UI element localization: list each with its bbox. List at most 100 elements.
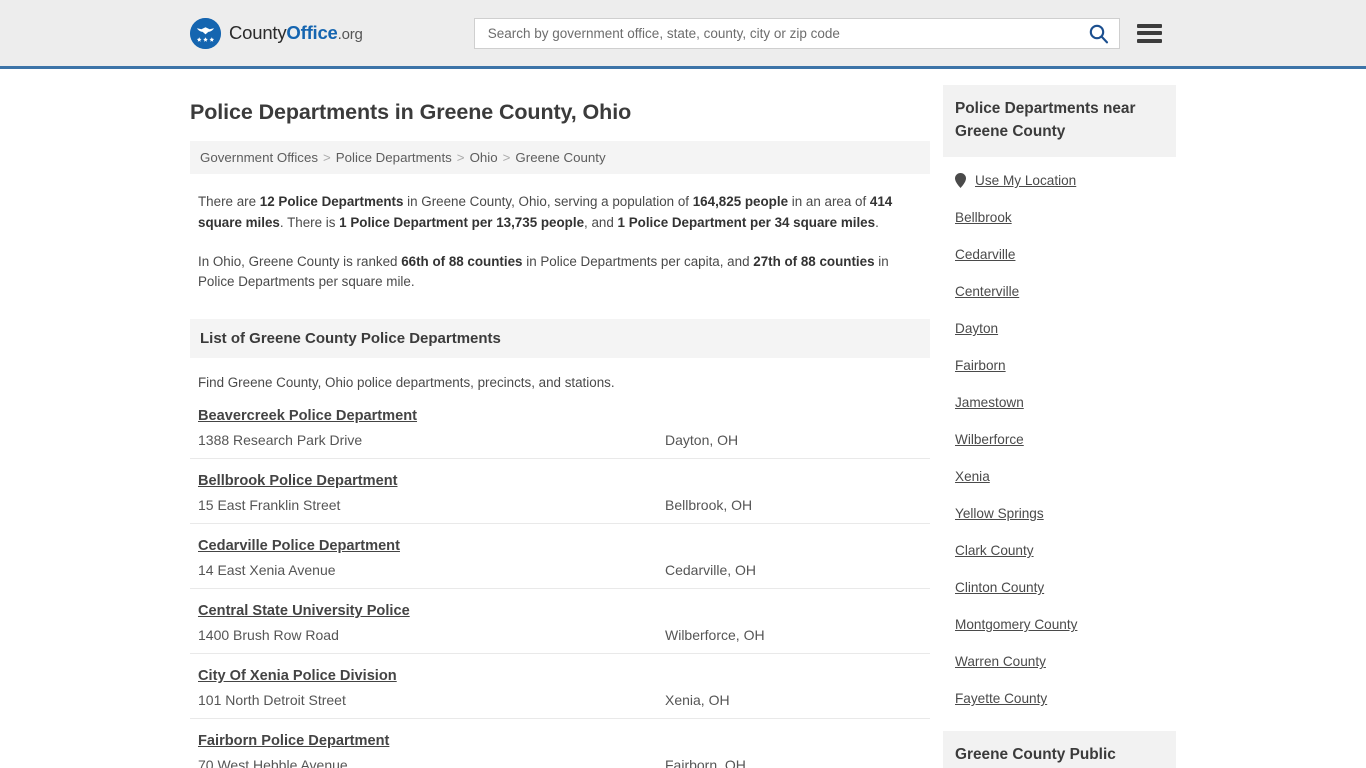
intro-paragraph-2: In Ohio, Greene County is ranked 66th of… bbox=[198, 252, 908, 294]
intro-1-text: in Greene County, Ohio, serving a popula… bbox=[403, 194, 693, 209]
sidebar-link-row: Bellbrook bbox=[955, 199, 1164, 236]
table-row: Beavercreek Police Department 1388 Resear… bbox=[190, 408, 930, 460]
use-my-location-link[interactable]: Use My Location bbox=[975, 173, 1076, 188]
sidebar-link-row: Dayton bbox=[955, 310, 1164, 347]
police-department-link[interactable]: Bellbrook Police Department bbox=[198, 473, 930, 489]
intro-2-emphasis: 27th of 88 counties bbox=[753, 253, 875, 269]
search-box[interactable] bbox=[473, 17, 1120, 49]
intro-1-text: . There is bbox=[279, 214, 340, 230]
hamburger-menu-icon[interactable] bbox=[1136, 23, 1162, 43]
sidebar-nearby-link[interactable]: Wilberforce bbox=[955, 432, 1024, 447]
intro-1-emphasis: 1 Police Department per 13,735 people bbox=[339, 214, 585, 230]
sidebar-nearby-link[interactable]: Dayton bbox=[955, 321, 998, 336]
listing-city-state: Wilberforce, OH bbox=[665, 627, 765, 644]
list-section-heading: List of Greene County Police Departments bbox=[190, 319, 930, 359]
listing-meta: 101 North Detroit Street Xenia, OH bbox=[198, 692, 930, 708]
police-department-link[interactable]: Cedarville Police Department bbox=[198, 538, 930, 554]
sidebar-nearby-link[interactable]: Clark County bbox=[955, 543, 1034, 558]
sidebar-nearby-link[interactable]: Jamestown bbox=[955, 395, 1024, 410]
sidebar-nearby-link[interactable]: Yellow Springs bbox=[955, 506, 1044, 521]
header-search-zone bbox=[473, 17, 1162, 49]
listing-meta: 15 East Franklin Street Bellbrook, OH bbox=[198, 497, 930, 513]
intro-1-emphasis: 1 Police Department per 34 square miles bbox=[617, 214, 876, 230]
breadcrumb-separator: > bbox=[456, 150, 465, 165]
breadcrumb-item[interactable]: Police Departments bbox=[336, 150, 452, 165]
intro-1-text: . bbox=[875, 214, 879, 230]
breadcrumb-item[interactable]: Government Offices bbox=[200, 150, 318, 165]
sidebar-second-panel-heading: Greene County Public bbox=[943, 731, 1176, 768]
listing-meta: 14 East Xenia Avenue Cedarville, OH bbox=[198, 562, 930, 578]
table-row: Central State University Police 1400 Brus… bbox=[190, 589, 930, 655]
sidebar-nearby-link[interactable]: Cedarville bbox=[955, 247, 1015, 262]
eagle-emblem-icon bbox=[190, 17, 221, 49]
intro-paragraph-1: There are 12 Police Departments in Green… bbox=[198, 192, 908, 234]
sidebar-nearby-links: Bellbrook Cedarville Centerville Dayton Fair… bbox=[955, 199, 1164, 717]
sidebar: Police Departments near Greene County Us… bbox=[943, 69, 1176, 768]
police-department-link[interactable]: Beavercreek Police Department bbox=[198, 408, 930, 424]
sidebar-nearby-link[interactable]: Clinton County bbox=[955, 580, 1044, 595]
breadcrumb-item[interactable]: Ohio bbox=[470, 150, 498, 165]
sidebar-nearby-link[interactable]: Fayette County bbox=[955, 691, 1047, 706]
listing-address: 1388 Research Park Drive bbox=[198, 432, 363, 449]
sidebar-link-row: Fairborn bbox=[955, 347, 1164, 384]
hamburger-bar bbox=[1136, 23, 1162, 28]
listing-address: 15 East Franklin Street bbox=[198, 497, 341, 514]
sidebar-nearby-link[interactable]: Fairborn bbox=[955, 358, 1006, 373]
police-department-link[interactable]: City Of Xenia Police Division bbox=[198, 668, 930, 684]
list-section-subheading: Find Greene County, Ohio police departme… bbox=[198, 375, 615, 391]
intro-2-text: In Ohio, Greene County is ranked bbox=[198, 253, 402, 269]
sidebar-link-row: Montgomery County bbox=[955, 606, 1164, 643]
listing-address: 70 West Hebble Avenue bbox=[198, 757, 348, 768]
breadcrumb-item[interactable]: Greene County bbox=[515, 150, 605, 165]
sidebar-link-row: Warren County bbox=[955, 643, 1164, 680]
sidebar-link-list: Use My Location Bellbrook Cedarville Cente… bbox=[943, 157, 1176, 717]
logo-wordmark: CountyOffice.org bbox=[229, 22, 363, 44]
listing-city-state: Fairborn, OH bbox=[665, 757, 746, 768]
sidebar-link-row: Jamestown bbox=[955, 384, 1164, 421]
listing-city-state: Dayton, OH bbox=[665, 432, 739, 449]
table-row: City Of Xenia Police Division 101 North D… bbox=[190, 654, 930, 720]
main-content: Police Departments in Greene County, Ohi… bbox=[190, 69, 930, 768]
listing-city-state: Bellbrook, OH bbox=[665, 497, 753, 514]
breadcrumb-separator: > bbox=[502, 150, 511, 165]
listing-city-state: Cedarville, OH bbox=[665, 562, 757, 579]
search-icon[interactable] bbox=[1086, 23, 1111, 44]
hamburger-bar bbox=[1136, 38, 1162, 43]
page-title: Police Departments in Greene County, Ohi… bbox=[190, 100, 632, 124]
police-department-list: Beavercreek Police Department 1388 Resear… bbox=[190, 408, 930, 768]
hamburger-bar bbox=[1136, 31, 1162, 35]
sidebar-nearby-link[interactable]: Xenia bbox=[955, 469, 990, 484]
table-row: Bellbrook Police Department 15 East Frank… bbox=[190, 459, 930, 525]
header-inner: CountyOffice.org bbox=[0, 17, 1366, 49]
sidebar-link-row: Yellow Springs bbox=[955, 495, 1164, 532]
listing-meta: 70 West Hebble Avenue Fairborn, OH bbox=[198, 757, 930, 768]
listing-address: 14 East Xenia Avenue bbox=[198, 562, 336, 579]
search-input[interactable] bbox=[485, 18, 1086, 48]
site-logo[interactable]: CountyOffice.org bbox=[190, 17, 363, 49]
sidebar-nearby-link[interactable]: Warren County bbox=[955, 654, 1046, 669]
intro-2-text: in Police Departments per capita, and bbox=[522, 253, 754, 269]
intro-1-emphasis: 12 Police Departments bbox=[259, 194, 404, 209]
sidebar-nearby-link[interactable]: Centerville bbox=[955, 284, 1019, 299]
police-department-link[interactable]: Central State University Police bbox=[198, 603, 930, 619]
sidebar-heading: Police Departments near Greene County bbox=[943, 85, 1176, 158]
intro-2-emphasis: 66th of 88 counties bbox=[401, 253, 523, 269]
listing-meta: 1400 Brush Row Road Wilberforce, OH bbox=[198, 627, 930, 643]
sidebar-nearby-link[interactable]: Montgomery County bbox=[955, 617, 1077, 632]
use-my-location-row[interactable]: Use My Location bbox=[955, 157, 1164, 199]
sidebar-link-row: Clinton County bbox=[955, 569, 1164, 606]
intro-1-text: , and bbox=[584, 214, 618, 230]
sidebar-link-row: Xenia bbox=[955, 458, 1164, 495]
site-header: CountyOffice.org bbox=[0, 0, 1366, 69]
sidebar-link-row: Centerville bbox=[955, 273, 1164, 310]
listing-address: 1400 Brush Row Road bbox=[198, 627, 339, 644]
intro-1-emphasis: 164,825 people bbox=[692, 194, 789, 209]
listing-city-state: Xenia, OH bbox=[665, 692, 730, 709]
sidebar-nearby-link[interactable]: Bellbrook bbox=[955, 210, 1012, 225]
table-row: Fairborn Police Department 70 West Hebble… bbox=[190, 719, 930, 768]
sidebar-link-row: Wilberforce bbox=[955, 421, 1164, 458]
listing-meta: 1388 Research Park Drive Dayton, OH bbox=[198, 432, 930, 448]
map-pin-icon bbox=[955, 173, 966, 189]
police-department-link[interactable]: Fairborn Police Department bbox=[198, 733, 930, 749]
sidebar-link-row: Cedarville bbox=[955, 236, 1164, 273]
